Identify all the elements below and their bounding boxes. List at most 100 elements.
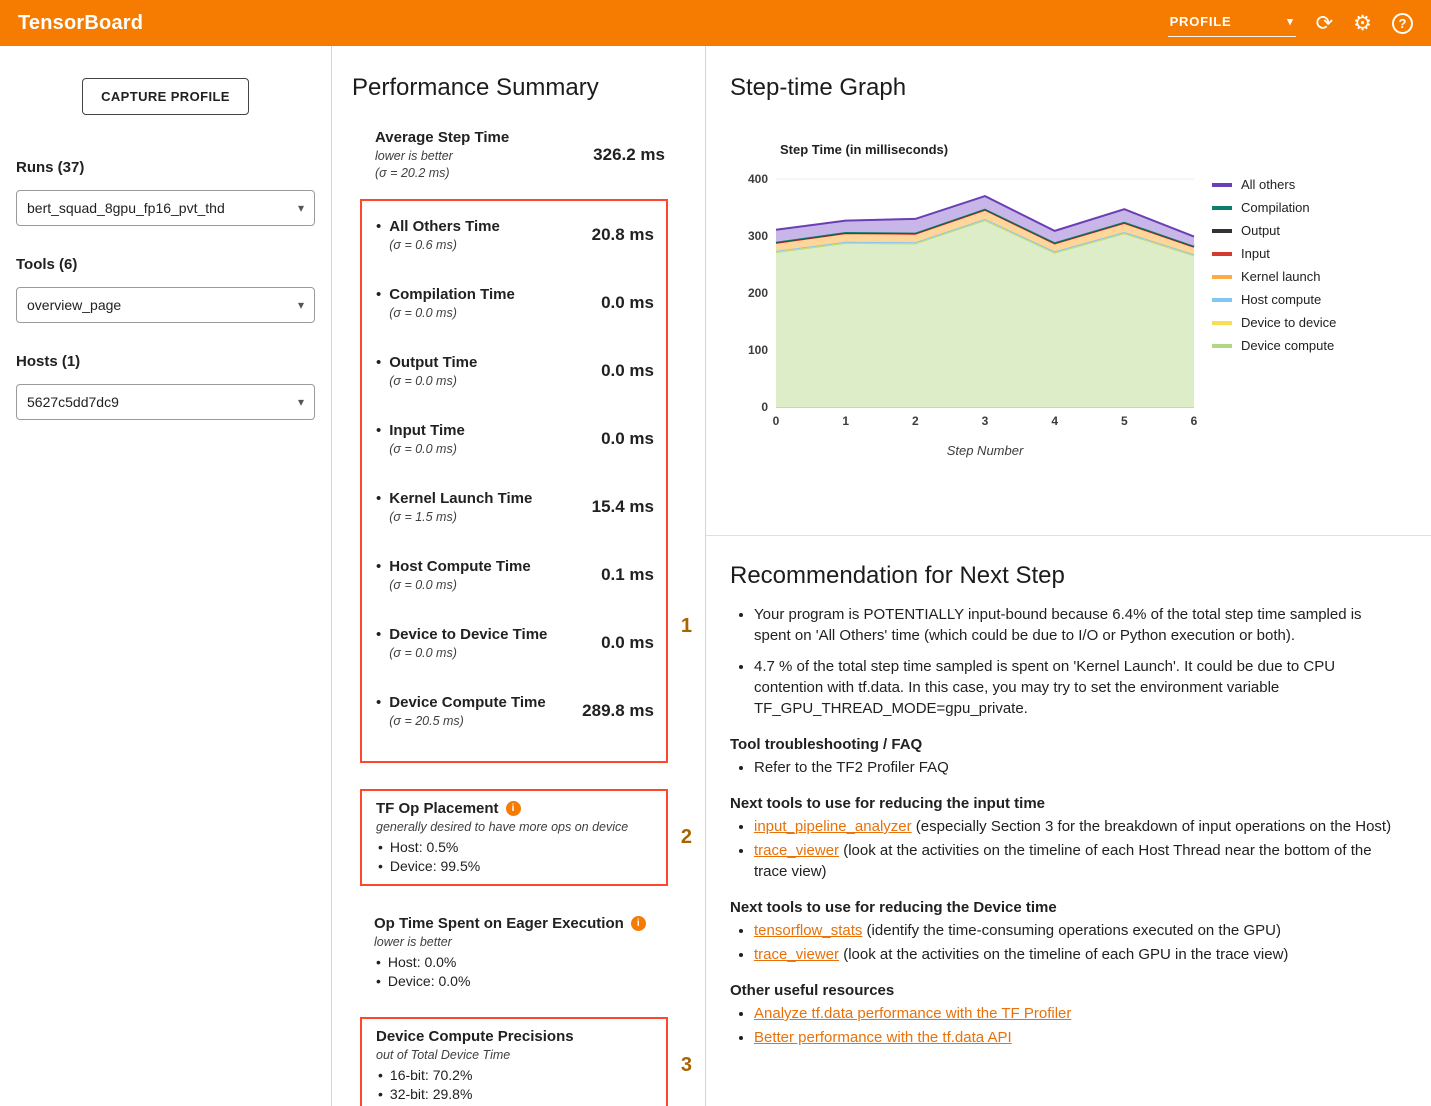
metric-value: 15.4 ms xyxy=(592,497,654,517)
input-pipeline-analyzer-link[interactable]: input_pipeline_analyzer xyxy=(754,818,912,835)
chevron-down-icon: ▾ xyxy=(1287,15,1293,28)
eager-execution-title: Op Time Spent on Eager Execution xyxy=(374,914,624,933)
metric-title: Compilation Time xyxy=(389,285,601,304)
metric-sigma: (σ = 0.0 ms) xyxy=(389,305,601,321)
legend-label: Kernel launch xyxy=(1241,269,1321,284)
trace-viewer-link[interactable]: trace_viewer xyxy=(754,842,839,859)
hosts-label: Hosts (1) xyxy=(16,353,315,370)
bullet-icon: • xyxy=(376,953,381,972)
bullet-icon: • xyxy=(376,217,381,236)
refresh-icon[interactable]: ⟳ xyxy=(1316,13,1334,34)
list-item: • Host: 0.5% xyxy=(376,838,656,857)
legend-label: Host compute xyxy=(1241,292,1321,307)
legend-swatch-icon xyxy=(1212,298,1232,302)
list-item: • 32-bit: 29.8% xyxy=(376,1085,656,1104)
device-percentage: Device: 0.0% xyxy=(388,972,470,991)
app-header: TensorBoard PROFILE ▾ ⟳ ⚙ ? xyxy=(0,0,1431,46)
host-percentage: Host: 0.0% xyxy=(388,953,456,972)
legend-item: Kernel launch xyxy=(1212,269,1336,284)
legend-label: Device to device xyxy=(1241,315,1336,330)
metric-title: Kernel Launch Time xyxy=(389,489,591,508)
capture-profile-button[interactable]: CAPTURE PROFILE xyxy=(82,78,249,115)
metric-sigma: (σ = 0.6 ms) xyxy=(389,237,591,253)
annotation-box-2: TF Op Placement i generally desired to h… xyxy=(360,789,668,886)
metric-note: lower is better xyxy=(375,148,509,164)
recommendation-bullet: 4.7 % of the total step time sampled is … xyxy=(754,656,1397,719)
metric-value: 0.0 ms xyxy=(601,361,654,381)
tf-op-placement-title: TF Op Placement xyxy=(376,799,499,818)
metric-title: Device Compute Time xyxy=(389,693,582,712)
bullet-icon: • xyxy=(378,1085,383,1104)
list-item: • Host: 0.0% xyxy=(374,953,668,972)
svg-text:4: 4 xyxy=(1051,414,1058,428)
bullet-icon: • xyxy=(376,353,381,372)
metric-value: 0.0 ms xyxy=(601,633,654,653)
runs-select[interactable]: bert_squad_8gpu_fp16_pvt_thd ▾ xyxy=(16,190,315,226)
dashboard-selector-value: PROFILE xyxy=(1170,14,1232,29)
metric-row: • Input Time (σ = 0.0 ms) 0.0 ms xyxy=(376,421,654,457)
chart-legend: All othersCompilationOutputInputKernel l… xyxy=(1212,177,1336,361)
step-time-graph-section: Step-time Graph Step Time (in millisecon… xyxy=(706,46,1431,536)
metric-title: Host Compute Time xyxy=(389,557,601,576)
annotation-box-1: • All Others Time (σ = 0.6 ms) 20.8 ms •… xyxy=(360,199,668,763)
help-icon[interactable]: ? xyxy=(1392,13,1413,34)
hosts-select[interactable]: 5627c5dd7dc9 ▾ xyxy=(16,384,315,420)
info-icon[interactable]: i xyxy=(631,916,646,931)
bullet-icon: • xyxy=(376,557,381,576)
tools-label: Tools (6) xyxy=(16,256,315,273)
chevron-down-icon: ▾ xyxy=(298,298,304,312)
tools-select-value: overview_page xyxy=(27,297,121,313)
list-item-text: (look at the activities on the timeline … xyxy=(754,842,1372,880)
svg-text:2: 2 xyxy=(912,414,919,428)
list-item: Analyze tf.data performance with the TF … xyxy=(754,1003,1397,1024)
list-item: tensorflow_stats (identify the time-cons… xyxy=(754,920,1397,941)
svg-text:5: 5 xyxy=(1121,414,1128,428)
gear-icon[interactable]: ⚙ xyxy=(1353,13,1372,34)
metric-value: 0.0 ms xyxy=(601,429,654,449)
metric-value: 289.8 ms xyxy=(582,701,654,721)
better-tfdata-performance-link[interactable]: Better performance with the tf.data API xyxy=(754,1029,1012,1046)
svg-text:0: 0 xyxy=(773,414,780,428)
tools-select[interactable]: overview_page ▾ xyxy=(16,287,315,323)
metric-row: • All Others Time (σ = 0.6 ms) 20.8 ms xyxy=(376,217,654,253)
recommendation-bullet: Your program is POTENTIALLY input-bound … xyxy=(754,604,1397,646)
main-content: Step-time Graph Step Time (in millisecon… xyxy=(706,46,1431,1106)
list-item: input_pipeline_analyzer (especially Sect… xyxy=(754,816,1397,837)
list-item-text: (identify the time-consuming operations … xyxy=(862,922,1281,939)
legend-swatch-icon xyxy=(1212,252,1232,256)
chevron-down-icon: ▾ xyxy=(298,395,304,409)
trace-viewer-link[interactable]: trace_viewer xyxy=(754,946,839,963)
list-item-text: (especially Section 3 for the breakdown … xyxy=(912,818,1391,835)
dashboard-selector-dropdown[interactable]: PROFILE ▾ xyxy=(1168,9,1296,37)
app-title: TensorBoard xyxy=(18,12,143,35)
metric-row: • Compilation Time (σ = 0.0 ms) 0.0 ms xyxy=(376,285,654,321)
tensorflow-stats-link[interactable]: tensorflow_stats xyxy=(754,922,862,939)
list-item: trace_viewer (look at the activities on … xyxy=(754,944,1397,965)
metric-sigma: (σ = 0.0 ms) xyxy=(389,645,601,661)
sidebar: CAPTURE PROFILE Runs (37) bert_squad_8gp… xyxy=(0,46,332,1106)
precision-16bit: 16-bit: 70.2% xyxy=(390,1066,473,1085)
recommendation-section: Recommendation for Next Step Your progra… xyxy=(706,536,1431,1051)
bullet-icon: • xyxy=(376,421,381,440)
analyze-tfdata-performance-link[interactable]: Analyze tf.data performance with the TF … xyxy=(754,1005,1071,1022)
svg-text:6: 6 xyxy=(1191,414,1198,428)
metric-sigma: (σ = 0.0 ms) xyxy=(389,441,601,457)
legend-item: Output xyxy=(1212,223,1336,238)
info-icon[interactable]: i xyxy=(506,801,521,816)
annotation-number-1: 1 xyxy=(681,615,692,638)
svg-text:0: 0 xyxy=(761,400,768,414)
legend-item: Device to device xyxy=(1212,315,1336,330)
device-percentage: Device: 99.5% xyxy=(390,857,480,876)
chart-title: Step Time (in milliseconds) xyxy=(780,142,1407,157)
metric-row: • Output Time (σ = 0.0 ms) 0.0 ms xyxy=(376,353,654,389)
bullet-icon: • xyxy=(378,857,383,876)
svg-text:200: 200 xyxy=(748,286,768,300)
legend-item: Device compute xyxy=(1212,338,1336,353)
hosts-select-value: 5627c5dd7dc9 xyxy=(27,394,119,410)
metric-row: • Device to Device Time (σ = 0.0 ms) 0.0… xyxy=(376,625,654,661)
eager-execution-note: lower is better xyxy=(374,934,668,951)
runs-label: Runs (37) xyxy=(16,159,315,176)
step-time-chart: 01002003004000123456Step Number xyxy=(730,163,1200,463)
legend-item: Input xyxy=(1212,246,1336,261)
legend-label: All others xyxy=(1241,177,1295,192)
